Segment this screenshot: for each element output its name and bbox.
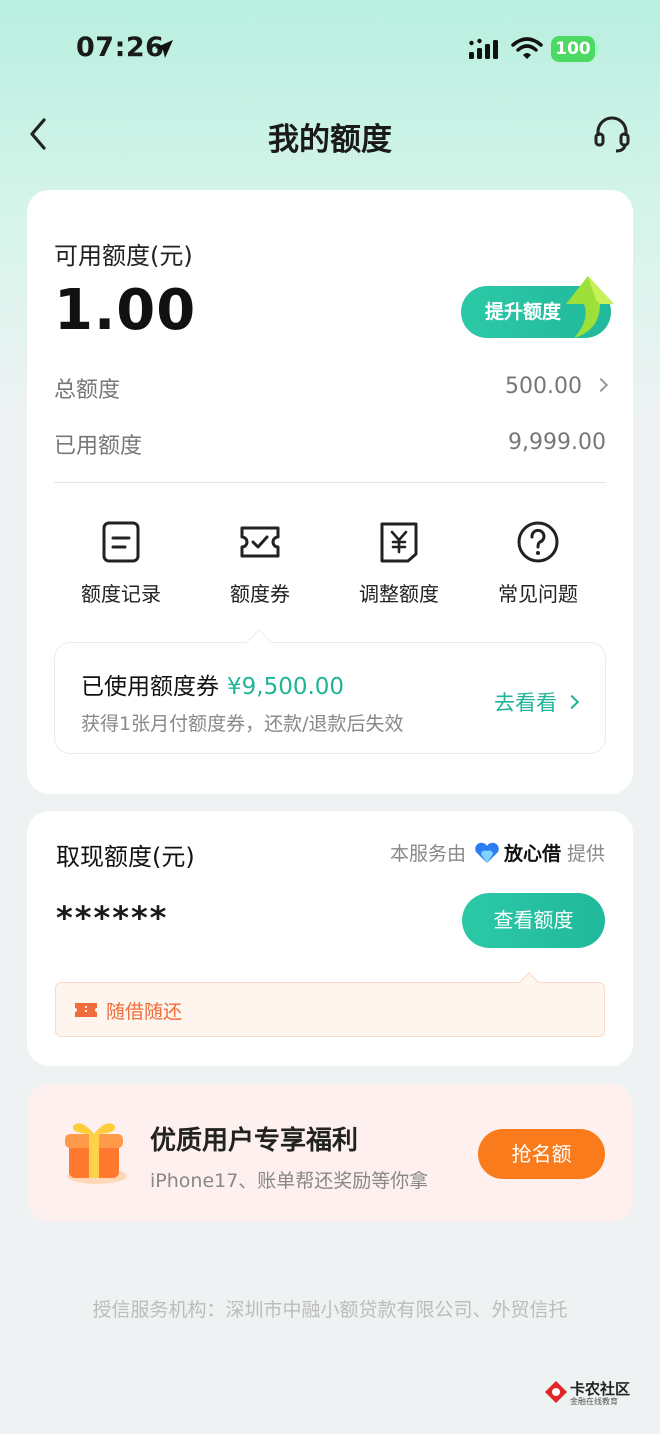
battery-level: 100: [551, 36, 595, 62]
used-quota-value: 9,999.00: [508, 430, 606, 455]
heart-logo-icon: [475, 842, 499, 863]
battery-indicator: 100: [551, 36, 599, 62]
cellular-signal-icon: [469, 38, 498, 59]
tag-text: 随借随还: [106, 1001, 183, 1023]
coupon-panel[interactable]: 已使用额度券 ¥9,500.00 获得1张月付额度券，还款/退款后失效 去看看: [54, 642, 606, 754]
action-adjust-quota[interactable]: 调整额度: [339, 520, 459, 607]
grab-spot-button[interactable]: 抢名额: [478, 1129, 605, 1179]
available-quota-value: 1.00: [54, 278, 197, 343]
cash-quota-card: 取现额度(元) 本服务由 放心借 提供 ****** 查看额度 随借随还: [27, 811, 633, 1066]
total-quota-row[interactable]: 500.00: [505, 374, 609, 399]
provider-prefix: 本服务由: [389, 843, 466, 865]
chevron-right-icon: [593, 377, 609, 393]
status-time: 07:26: [76, 32, 165, 63]
action-quota-record[interactable]: 额度记录: [61, 520, 181, 607]
action-label: 额度券: [230, 582, 290, 606]
benefit-banner[interactable]: 优质用户专享福利 iPhone17、账单帮还奖励等你拿 抢名额: [27, 1084, 633, 1222]
yuan-doc-icon: [380, 522, 418, 563]
coupon-view-link[interactable]: 去看看: [494, 687, 580, 717]
status-bar: 07:26 100: [0, 0, 660, 100]
benefit-subtitle: iPhone17、账单帮还奖励等你拿: [150, 1170, 429, 1192]
coupon-link-text: 去看看: [494, 691, 557, 715]
page-title: 我的额度: [268, 122, 392, 158]
used-quota-label: 已用额度: [54, 434, 143, 459]
coupon-title: 已使用额度券 ¥9,500.00: [81, 667, 344, 701]
watermark-subtitle: 金融在线教育: [570, 1397, 618, 1406]
coupon-title-text: 已使用额度券: [81, 674, 219, 700]
total-quota-value: 500.00: [505, 374, 582, 399]
quota-card: 可用额度(元) 1.00 提升额度 总额度 500.00 已用额度 9,999.…: [27, 190, 633, 794]
location-arrow-icon: [155, 40, 173, 58]
watermark: 卡农社区 金融在线教育: [544, 1378, 630, 1406]
action-quota-coupon[interactable]: 额度券: [200, 520, 320, 607]
coupon-description: 获得1张月付额度券，还款/退款后失效: [81, 713, 404, 735]
ticket-check-icon: [240, 526, 280, 558]
action-label: 常见问题: [498, 582, 578, 606]
footer-credit-note: 授信服务机构：深圳市中融小额贷款有限公司、外贸信托: [92, 1299, 568, 1321]
cash-quota-label: 取现额度(元): [56, 843, 195, 871]
wifi-icon: [511, 37, 543, 59]
provider-note: 本服务由 放心借 提供: [390, 839, 605, 866]
question-icon: [517, 521, 559, 563]
ticket-icon: [75, 1003, 97, 1017]
cash-quota-masked-value: ******: [56, 899, 169, 937]
benefit-title: 优质用户专享福利: [150, 1126, 359, 1156]
provider-suffix: 提供: [566, 843, 605, 865]
provider-name: 放心借: [503, 843, 561, 865]
customer-service-headset-icon[interactable]: [592, 114, 632, 154]
available-quota-label: 可用额度(元): [54, 242, 193, 270]
action-label: 额度记录: [81, 582, 161, 606]
divider: [54, 482, 606, 483]
action-faq[interactable]: 常见问题: [478, 520, 598, 607]
tag-box: 随借随还: [55, 982, 605, 1037]
action-label: 调整额度: [359, 582, 439, 606]
coupon-amount: ¥9,500.00: [227, 674, 345, 700]
view-quota-button[interactable]: 查看额度: [462, 893, 605, 948]
gift-box-icon: [65, 1123, 127, 1184]
chevron-right-icon: [564, 694, 580, 710]
total-quota-label: 总额度: [54, 378, 121, 403]
up-arrow-icon: [566, 276, 614, 338]
document-icon: [102, 521, 140, 563]
battery-tip: [596, 44, 599, 54]
nav-bar: 我的额度: [0, 100, 660, 170]
watermark-logo-icon: [545, 1381, 567, 1403]
